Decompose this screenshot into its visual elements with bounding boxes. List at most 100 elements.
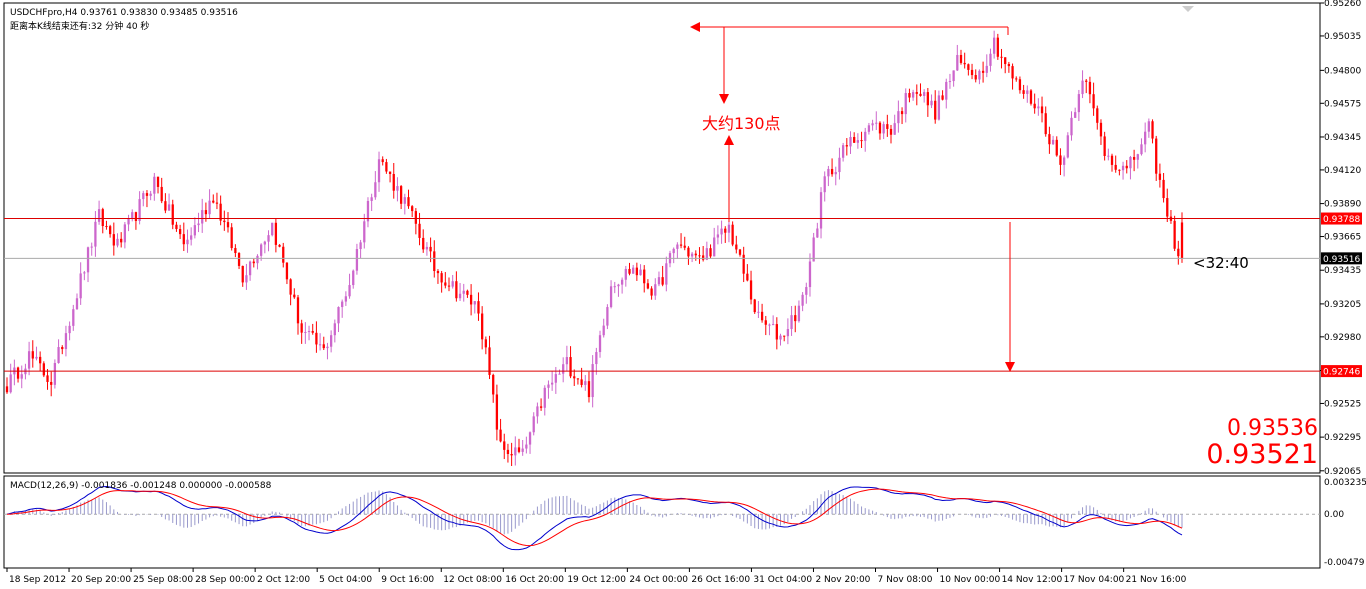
- candle-body: [871, 123, 874, 126]
- candle-body: [716, 234, 720, 238]
- candle-body: [786, 329, 790, 337]
- candle-body: [1044, 113, 1047, 135]
- candle-body: [554, 374, 557, 383]
- candle-body: [875, 122, 878, 124]
- candle-body: [635, 267, 639, 276]
- macd-axis-label: 0.003235: [1324, 478, 1366, 488]
- candle-body: [16, 367, 20, 379]
- support-price-tag: 0.92746: [1323, 368, 1360, 378]
- candle-body: [1110, 155, 1114, 165]
- candle-body: [1147, 121, 1150, 132]
- time-axis-label: 18 Sep 2012: [9, 575, 66, 585]
- candle-body: [923, 92, 926, 96]
- chart-canvas: 0.95260 0.95035 0.94800 0.94575 0.94345 0.941…: [3, 0, 1366, 585]
- candle-body: [293, 294, 296, 298]
- candle-body: [388, 171, 392, 174]
- candle-body: [234, 248, 237, 254]
- candle-body: [956, 54, 959, 71]
- candle-body: [1107, 155, 1110, 157]
- candle-body: [1018, 79, 1022, 91]
- candle-body: [606, 307, 609, 326]
- time-axis-label: 14 Nov 12:00: [1002, 575, 1063, 585]
- candle-body: [134, 212, 138, 221]
- candle-body: [720, 228, 723, 235]
- candle-body: [392, 173, 395, 191]
- candle-body: [1099, 122, 1103, 137]
- candle-body: [473, 301, 476, 305]
- time-axis-label: 5 Oct 04:00: [319, 575, 372, 585]
- candle-body: [679, 244, 683, 246]
- candle-body: [970, 69, 974, 76]
- candle-body: [1040, 106, 1044, 114]
- candle-body: [911, 92, 915, 98]
- candle-body: [458, 293, 462, 299]
- candle-body: [285, 262, 289, 280]
- candle-body: [403, 197, 406, 204]
- candle-body: [967, 64, 970, 70]
- candle-body: [469, 294, 473, 305]
- candle-body: [333, 323, 336, 336]
- candle-body: [462, 290, 465, 294]
- price-axis-label: 0.94120: [1324, 166, 1361, 176]
- time-axis-label: 21 Nov 16:00: [1126, 575, 1187, 585]
- candle-body: [433, 251, 436, 272]
- candle-body: [466, 290, 469, 295]
- main-chart-frame: [3, 2, 1321, 474]
- price-axis-label: 0.93890: [1324, 200, 1361, 210]
- candle-body: [142, 193, 145, 200]
- candle-body: [915, 92, 918, 94]
- candle-body: [1118, 169, 1121, 171]
- candle-body: [738, 249, 742, 255]
- candle-body: [690, 253, 694, 257]
- candle-body: [50, 381, 53, 385]
- candle-body: [318, 344, 322, 346]
- candle-body: [149, 193, 152, 196]
- candle-body: [42, 363, 45, 376]
- candle-body: [643, 269, 646, 284]
- candle-body: [510, 454, 513, 456]
- candle-body: [226, 222, 230, 228]
- candle-body: [64, 333, 68, 350]
- candle-body: [193, 225, 196, 236]
- candle-body: [411, 206, 414, 212]
- candle-body: [838, 157, 841, 173]
- candle-body: [805, 287, 808, 295]
- macd-label: MACD(12,26,9) -0.001836 -0.001248 0.0000…: [10, 481, 272, 491]
- candle-body: [201, 210, 204, 224]
- candle-body: [326, 346, 329, 349]
- candle-body: [83, 272, 86, 274]
- candle-body: [628, 268, 631, 274]
- candle-body: [282, 246, 285, 263]
- candle-body: [573, 376, 576, 379]
- candle-body: [46, 375, 49, 382]
- candle-body: [760, 311, 764, 321]
- candle-body: [451, 281, 454, 287]
- candle-body: [1129, 157, 1132, 169]
- candle-body: [1155, 138, 1158, 174]
- candle-body: [337, 307, 340, 324]
- candle-body: [160, 186, 163, 202]
- candle-body: [823, 176, 826, 193]
- candle-body: [528, 432, 532, 445]
- candle-body: [930, 100, 933, 106]
- candle-body: [499, 429, 502, 442]
- pip-distance-annotation: 大约130点: [702, 114, 781, 133]
- candle-body: [425, 246, 429, 250]
- candle-body: [355, 249, 359, 271]
- candle-body: [650, 288, 653, 296]
- resistance-price-tag: 0.93788: [1323, 215, 1360, 225]
- candle-body: [260, 244, 263, 256]
- macd-axis-label: -0.00479: [1324, 558, 1365, 568]
- time-axis-label: 25 Sep 08:00: [133, 575, 193, 585]
- candle-body: [783, 335, 786, 337]
- candle-body: [775, 324, 778, 340]
- candle-body: [672, 248, 675, 254]
- candle-body: [263, 241, 266, 245]
- candle-body: [1158, 173, 1162, 180]
- candle-body: [543, 387, 546, 408]
- candle-body: [613, 286, 616, 288]
- candle-body: [830, 168, 834, 175]
- candle-body: [1125, 165, 1128, 169]
- candle-body: [178, 229, 182, 235]
- candle-body: [440, 273, 443, 283]
